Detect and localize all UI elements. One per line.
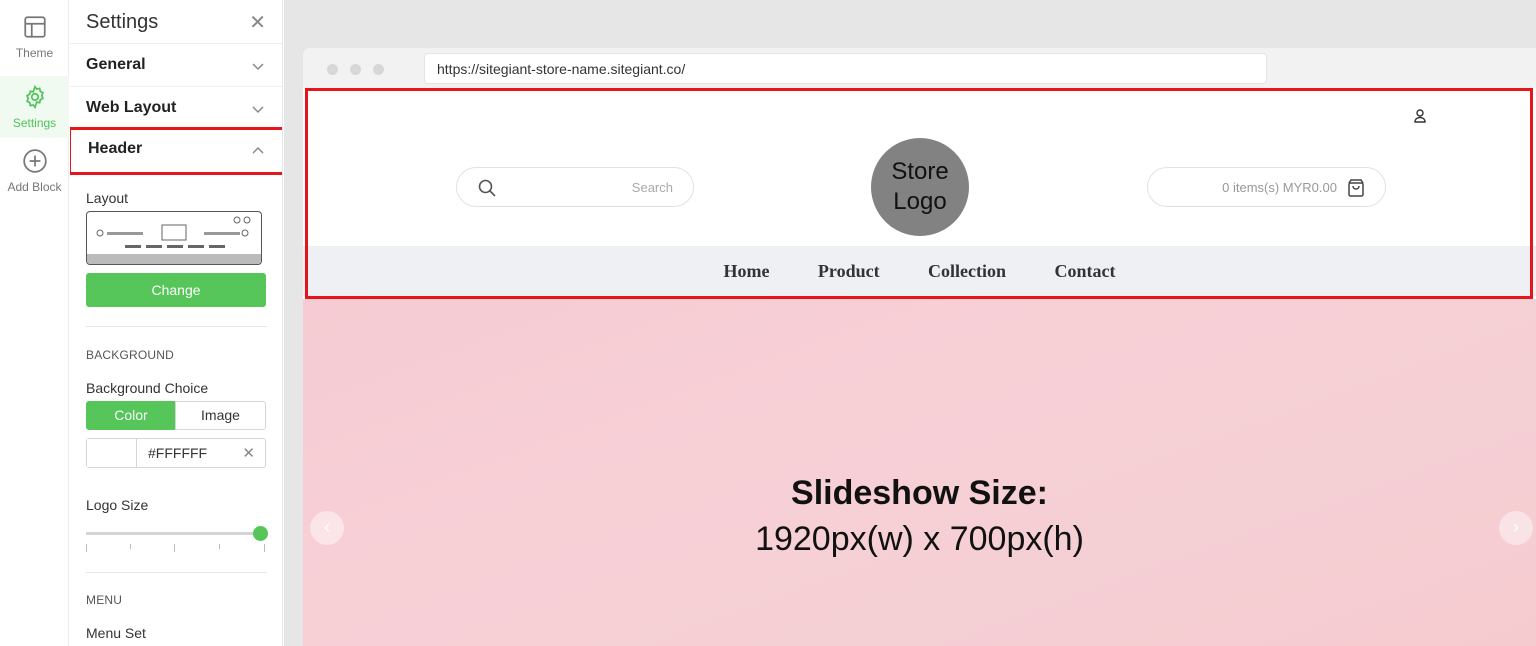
slider-knob[interactable] [252,526,268,541]
section-general[interactable]: General [70,43,282,86]
window-dot [373,64,384,75]
panel-header: Settings ✕ [86,11,270,37]
layout-label: Layout [86,190,129,206]
rail-label-settings: Settings [12,116,57,130]
background-heading: BACKGROUND [86,348,175,362]
nav-item-contact[interactable]: Contact [1055,246,1116,296]
icon-rail: Theme Settings Add Block [0,0,69,646]
window-dot [350,64,361,75]
section-header[interactable]: Header [70,127,282,175]
logo-size-slider[interactable] [86,526,268,541]
store-search-input[interactable]: Search [456,167,694,207]
search-placeholder: Search [631,180,673,195]
menu-set-label: Menu Set [86,625,146,641]
browser-chrome: https://sitegiant-store-name.sitegiant.c… [303,48,1536,88]
background-option-image[interactable]: Image [175,401,266,430]
slider-tick [219,544,220,549]
slide-prev-button[interactable]: ‹ [310,511,344,545]
slideshow[interactable]: Slideshow Size: 1920px(w) x 700px(h) ‹ › [303,299,1536,646]
slider-tick [174,544,175,552]
logo-line-1: Store [891,158,949,185]
layout-preview-graphic [87,216,261,264]
color-field[interactable]: #FFFFFF ✕ [86,438,266,468]
color-swatch[interactable] [87,439,137,467]
background-option-color[interactable]: Color [86,401,176,430]
rail-label-add-block: Add Block [7,180,62,194]
chevron-down-icon [252,63,264,71]
clear-color-icon[interactable]: ✕ [242,444,255,462]
cart-summary: 0 items(s) MYR0.00 [1222,180,1337,195]
change-layout-button[interactable]: Change [86,273,266,307]
layout-icon [23,16,46,38]
divider [86,572,267,573]
rail-item-add-block[interactable]: Add Block [0,148,69,210]
chevron-up-icon [252,146,264,154]
slider-fill [86,532,262,535]
section-web-layout[interactable]: Web Layout [70,86,282,129]
rail-item-settings[interactable]: Settings [0,76,69,138]
section-label: Header [88,140,143,157]
slide-subtitle: 1920px(w) x 700px(h) [755,520,1084,558]
section-label: Web Layout [86,99,177,116]
divider [86,326,267,327]
rail-item-theme[interactable]: Theme [0,14,69,76]
rail-label-theme: Theme [15,46,54,60]
slider-tick [130,544,131,549]
color-hex-value: #FFFFFF [148,445,208,461]
panel-title: Settings [86,11,159,33]
slide-title: Slideshow Size: [791,474,1048,512]
menu-heading: MENU [86,593,123,607]
nav-item-product[interactable]: Product [818,246,880,296]
shopping-bag-icon [1348,179,1364,197]
header-layout-preview[interactable] [86,211,262,265]
store-header[interactable]: Search Store Logo 0 items(s) MYR0.00 [303,88,1536,246]
gear-icon [25,84,44,110]
nav-item-home[interactable]: Home [723,246,769,296]
user-icon[interactable] [1413,108,1427,124]
preview-canvas: https://sitegiant-store-name.sitegiant.c… [284,0,1536,646]
close-icon[interactable]: ✕ [249,13,266,33]
cart-button[interactable]: 0 items(s) MYR0.00 [1147,167,1386,207]
browser-window: https://sitegiant-store-name.sitegiant.c… [303,48,1536,646]
background-choice-label: Background Choice [86,380,209,396]
logo-line-2: Logo [893,188,947,215]
window-dot [327,64,338,75]
store-logo[interactable]: Store Logo [871,138,969,236]
settings-panel: Settings ✕ General Web Layout Header Lay… [70,0,283,646]
slider-tick [264,544,265,552]
plus-circle-icon [22,149,47,173]
chevron-down-icon [252,106,264,114]
nav-item-collection[interactable]: Collection [928,246,1006,296]
section-label: General [86,56,146,73]
logo-size-label: Logo Size [86,497,149,513]
url-bar[interactable]: https://sitegiant-store-name.sitegiant.c… [424,53,1267,84]
slider-tick [86,544,87,552]
search-icon [478,179,496,197]
store-nav: Home Product Collection Contact [303,246,1536,296]
slide-next-button[interactable]: › [1499,511,1533,545]
